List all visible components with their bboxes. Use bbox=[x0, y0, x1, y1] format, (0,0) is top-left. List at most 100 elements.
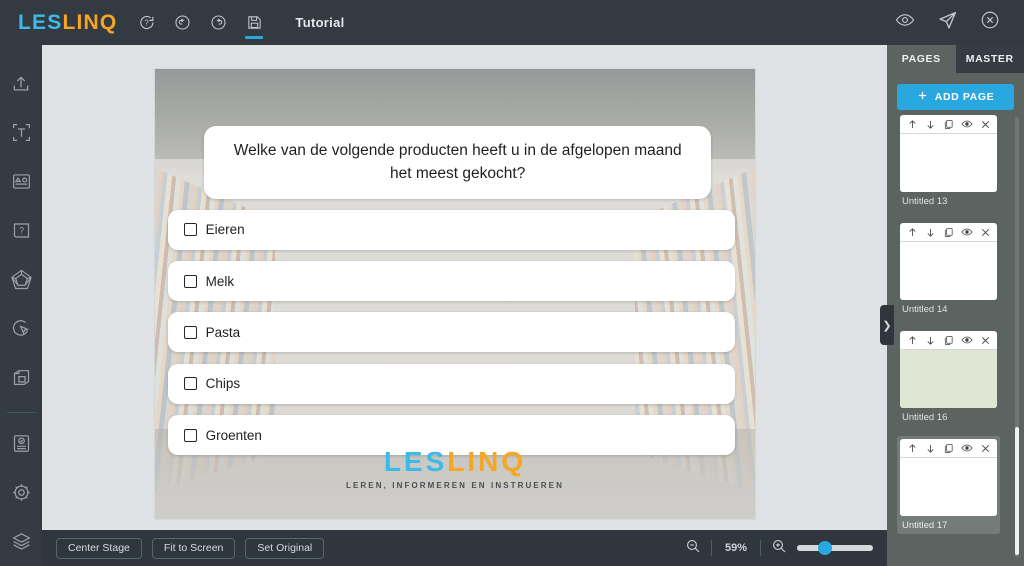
canvas-area[interactable]: Welke van de volgende producten heeft u … bbox=[42, 45, 887, 530]
tab-master[interactable]: MASTER bbox=[955, 45, 1024, 73]
app-logo: LES LINQ bbox=[18, 11, 117, 35]
undo-icon[interactable] bbox=[169, 6, 195, 40]
delete-icon[interactable] bbox=[980, 119, 991, 130]
answer-option-label: Melk bbox=[205, 273, 235, 289]
question-icon[interactable]: ? bbox=[0, 206, 42, 255]
star-polygon-icon[interactable] bbox=[0, 255, 42, 304]
visibility-eye-icon[interactable] bbox=[961, 442, 973, 454]
move-down-icon[interactable] bbox=[925, 119, 936, 130]
zoom-separator-left bbox=[711, 540, 712, 556]
move-down-icon[interactable] bbox=[925, 335, 936, 346]
zoom-in-icon[interactable] bbox=[771, 538, 787, 559]
page-label: Untitled 17 bbox=[902, 520, 948, 531]
zoom-separator-right bbox=[760, 540, 761, 556]
set-original-button[interactable]: Set Original bbox=[245, 537, 325, 559]
delete-icon[interactable] bbox=[980, 335, 991, 346]
duplicate-icon[interactable] bbox=[943, 119, 954, 130]
answer-option-3[interactable]: Pasta bbox=[167, 312, 735, 353]
checkbox-icon[interactable] bbox=[183, 325, 197, 339]
page-thumbnail-preview[interactable] bbox=[900, 350, 997, 408]
chevron-right-icon: ❯ bbox=[882, 319, 892, 332]
answer-option-label: Pasta bbox=[205, 324, 241, 340]
add-page-label: ADD PAGE bbox=[934, 91, 995, 103]
answer-option-label: Eieren bbox=[205, 222, 245, 238]
page-thumbnail-tools bbox=[900, 115, 997, 134]
left-sidebar: ? bbox=[0, 45, 42, 566]
help-icon[interactable]: ? bbox=[133, 6, 159, 40]
slide-canvas[interactable]: Welke van de volgende producten heeft u … bbox=[155, 69, 755, 519]
publish-send-icon[interactable] bbox=[937, 10, 958, 36]
text-icon[interactable] bbox=[0, 108, 42, 157]
page-item-untitled-16[interactable]: Untitled 16 bbox=[897, 328, 1000, 426]
add-page-button[interactable]: ADD PAGE bbox=[897, 84, 1014, 110]
zoom-out-icon[interactable] bbox=[685, 538, 701, 559]
shapes-icon[interactable] bbox=[0, 157, 42, 206]
pages-panel: PAGES MASTER ADD PAGE Untitled 13 Untitl… bbox=[887, 45, 1024, 566]
pages-scrollbar-thumb[interactable] bbox=[1015, 427, 1019, 555]
duplicate-icon[interactable] bbox=[943, 443, 954, 454]
save-icon[interactable] bbox=[241, 6, 267, 40]
fit-to-screen-button[interactable]: Fit to Screen bbox=[151, 537, 236, 559]
move-up-icon[interactable] bbox=[907, 119, 918, 130]
library-icon[interactable] bbox=[0, 353, 42, 402]
zoom-slider-handle[interactable] bbox=[818, 541, 833, 555]
answer-option-1[interactable]: Eieren bbox=[167, 209, 735, 250]
move-down-icon[interactable] bbox=[925, 227, 936, 238]
svg-text:?: ? bbox=[144, 18, 149, 27]
checkbox-icon[interactable] bbox=[183, 428, 197, 442]
page-thumbnail-preview[interactable] bbox=[900, 242, 997, 300]
page-thumbnail[interactable] bbox=[900, 223, 997, 300]
page-item-untitled-14[interactable]: Untitled 14 bbox=[897, 220, 1000, 318]
settings-gear-icon[interactable] bbox=[0, 468, 42, 517]
duplicate-icon[interactable] bbox=[943, 227, 954, 238]
preview-eye-icon[interactable] bbox=[895, 10, 915, 35]
hotspot-icon[interactable] bbox=[0, 304, 42, 353]
panel-tabs: PAGES MASTER bbox=[887, 45, 1024, 73]
page-thumbnail-preview[interactable] bbox=[900, 134, 997, 192]
page-thumbnail-tools bbox=[900, 223, 997, 242]
delete-icon[interactable] bbox=[980, 227, 991, 238]
tutorial-tab[interactable]: Tutorial bbox=[295, 15, 344, 30]
question-text[interactable]: Welke van de volgende producten heeft u … bbox=[204, 126, 712, 200]
assessment-icon[interactable] bbox=[0, 419, 42, 468]
answer-option-label: Groenten bbox=[205, 427, 262, 443]
close-icon[interactable] bbox=[980, 10, 1000, 35]
layers-icon[interactable] bbox=[0, 517, 42, 566]
visibility-eye-icon[interactable] bbox=[961, 226, 973, 238]
slide-logo-wordmark: LESLINQ bbox=[155, 446, 755, 478]
move-up-icon[interactable] bbox=[907, 335, 918, 346]
center-stage-button[interactable]: Center Stage bbox=[56, 537, 142, 559]
page-thumbnail[interactable] bbox=[900, 439, 997, 516]
app-root: LES LINQ ? Tutorial ? Welke van de volge… bbox=[0, 0, 1024, 566]
page-label: Untitled 16 bbox=[902, 412, 948, 423]
zoom-slider[interactable] bbox=[797, 541, 873, 555]
page-thumbnail-list[interactable]: Untitled 13 Untitled 14 Untitled 16 Unti… bbox=[887, 112, 1024, 566]
panel-collapse-handle[interactable]: ❯ bbox=[880, 305, 894, 345]
delete-icon[interactable] bbox=[980, 443, 991, 454]
page-item-untitled-17[interactable]: Untitled 17 bbox=[897, 436, 1000, 534]
page-thumbnail[interactable] bbox=[900, 115, 997, 192]
checkbox-icon[interactable] bbox=[183, 377, 197, 391]
zoom-level-label: 59% bbox=[724, 542, 748, 554]
redo-icon[interactable] bbox=[205, 6, 231, 40]
page-item-untitled-13[interactable]: Untitled 13 bbox=[897, 112, 1000, 210]
bottom-toolbar: Center Stage Fit to Screen Set Original … bbox=[42, 530, 887, 566]
logo-text-linq: LINQ bbox=[62, 10, 118, 34]
move-up-icon[interactable] bbox=[907, 227, 918, 238]
move-up-icon[interactable] bbox=[907, 443, 918, 454]
answer-option-4[interactable]: Chips bbox=[167, 363, 735, 404]
move-down-icon[interactable] bbox=[925, 443, 936, 454]
plus-icon bbox=[917, 90, 928, 104]
duplicate-icon[interactable] bbox=[943, 335, 954, 346]
page-thumbnail[interactable] bbox=[900, 331, 997, 408]
visibility-eye-icon[interactable] bbox=[961, 118, 973, 130]
pages-scrollbar[interactable] bbox=[1015, 117, 1019, 557]
checkbox-icon[interactable] bbox=[183, 274, 197, 288]
answer-option-2[interactable]: Melk bbox=[167, 261, 735, 302]
visibility-eye-icon[interactable] bbox=[961, 334, 973, 346]
zoom-controls: 59% bbox=[685, 538, 873, 559]
tab-pages[interactable]: PAGES bbox=[887, 45, 956, 73]
checkbox-icon[interactable] bbox=[183, 223, 197, 237]
page-thumbnail-preview[interactable] bbox=[900, 458, 997, 516]
upload-icon[interactable] bbox=[0, 59, 42, 108]
